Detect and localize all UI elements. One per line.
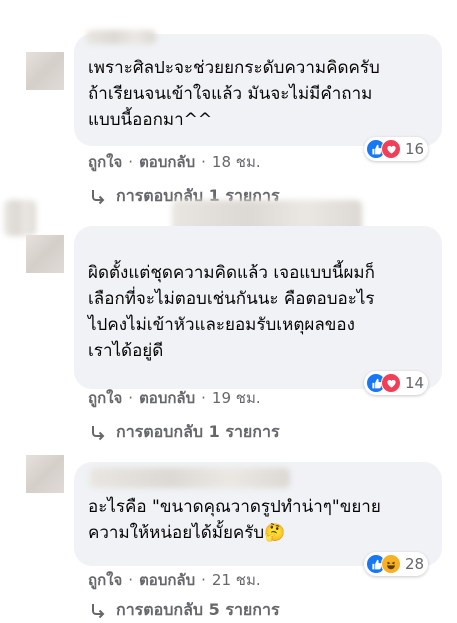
reply-button[interactable]: ตอบกลับ bbox=[139, 568, 195, 592]
avatar[interactable] bbox=[26, 455, 64, 493]
comment-actions: ถูกใจ · ตอบกลับ · 18 ชม. bbox=[88, 150, 261, 174]
comment-actions: ถูกใจ · ตอบกลับ · 21 ชม. bbox=[88, 568, 261, 592]
comment-text-body: อะไรคือ "ขนาดคุณวาดรูปทำน่าๆ"ขยาย ความให… bbox=[88, 497, 381, 543]
comment-actions: ถูกใจ · ตอบกลับ · 19 ชม. bbox=[88, 386, 261, 410]
reply-arrow-icon bbox=[92, 425, 105, 440]
separator: · bbox=[128, 389, 134, 407]
separator: · bbox=[201, 153, 206, 171]
haha-reaction-icon bbox=[381, 554, 401, 574]
comment-text: ผิดตั้งแต่ชุดความคิดแล้ว เจอแบบนี้ผมก็ เ… bbox=[88, 263, 375, 361]
like-button[interactable]: ถูกใจ bbox=[88, 568, 122, 592]
love-reaction-icon bbox=[381, 139, 401, 159]
reaction-count: 28 bbox=[405, 555, 425, 573]
comment-timestamp[interactable]: 18 ชม. bbox=[212, 150, 261, 174]
separator: · bbox=[201, 571, 206, 589]
view-replies-link[interactable]: การตอบกลับ 1 รายการ bbox=[90, 420, 280, 445]
commenter-name-blurred[interactable] bbox=[86, 30, 156, 44]
separator: · bbox=[128, 571, 134, 589]
comment-text: เพราะศิลปะจะช่วยยกระดับความคิดครับ ถ้าเร… bbox=[88, 58, 380, 130]
reply-button[interactable]: ตอบกลับ bbox=[139, 386, 195, 410]
reply-button[interactable]: ตอบกลับ bbox=[139, 150, 195, 174]
commenter-name-blurred[interactable] bbox=[4, 200, 36, 236]
reply-arrow-icon bbox=[92, 189, 105, 204]
comment-timestamp[interactable]: 19 ชม. bbox=[212, 386, 261, 410]
like-button[interactable]: ถูกใจ bbox=[88, 150, 122, 174]
view-replies-link[interactable]: การตอบกลับ 5 รายการ bbox=[90, 598, 280, 623]
comment-text: อะไรคือ "ขนาดคุณวาดรูปทำน่าๆ"ขยาย ความให… bbox=[88, 494, 438, 546]
thinking-emoji: 🤔 bbox=[264, 523, 286, 543]
separator: · bbox=[128, 153, 134, 171]
reply-arrow-icon bbox=[92, 603, 105, 618]
avatar[interactable] bbox=[26, 52, 64, 90]
commenter-name-blurred[interactable] bbox=[90, 468, 290, 488]
avatar[interactable] bbox=[26, 235, 64, 273]
like-button[interactable]: ถูกใจ bbox=[88, 386, 122, 410]
reaction-badge[interactable]: 16 bbox=[364, 137, 429, 161]
comment-timestamp[interactable]: 21 ชม. bbox=[212, 568, 261, 592]
replies-count-text: การตอบกลับ 5 รายการ bbox=[116, 600, 280, 619]
replies-count-text: การตอบกลับ 1 รายการ bbox=[116, 422, 280, 441]
reaction-count: 14 bbox=[405, 374, 425, 392]
reaction-badge[interactable]: 14 bbox=[364, 371, 429, 395]
reaction-count: 16 bbox=[405, 140, 425, 158]
separator: · bbox=[201, 389, 206, 407]
love-reaction-icon bbox=[381, 373, 401, 393]
reaction-badge[interactable]: 28 bbox=[364, 552, 429, 576]
